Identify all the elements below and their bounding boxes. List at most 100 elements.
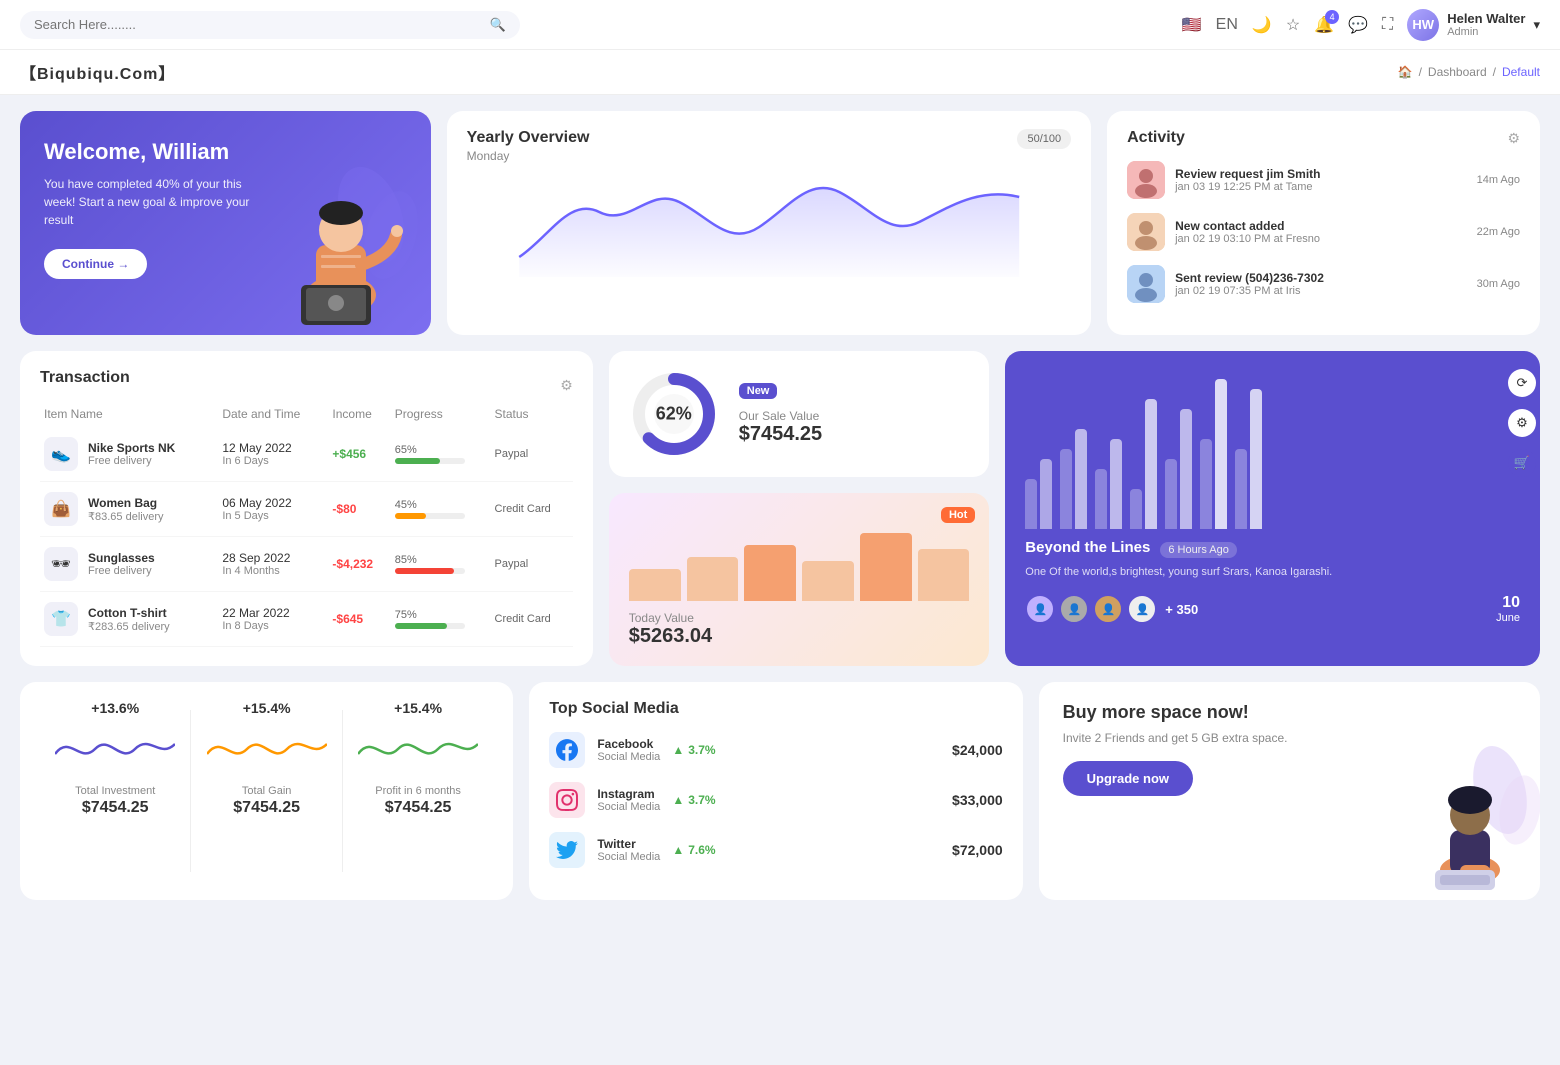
sale-card: 62% New Our Sale Value $7454.25 xyxy=(609,351,990,477)
date-cell: 12 May 2022 In 6 Days xyxy=(218,427,328,482)
avatar: 👤 xyxy=(1025,594,1055,624)
item-name: Women Bag xyxy=(88,496,164,510)
activity-thumb-3 xyxy=(1127,265,1165,303)
activity-header: Activity ⚙ xyxy=(1127,129,1520,147)
item-sub: ₹283.65 delivery xyxy=(88,620,170,633)
row-2: Transaction ⚙ Item Name Date and Time In… xyxy=(20,351,1540,666)
progress-cell: 65% xyxy=(391,427,491,482)
twitter-icon xyxy=(549,832,585,868)
col-status: Status xyxy=(491,401,573,427)
list-item: Instagram Social Media ▲3.7% $33,000 xyxy=(549,782,1002,818)
activity-thumb-2 xyxy=(1127,213,1165,251)
big-chart-card: ⟳ ⚙ 🛒 Beyond the Lines 6 Hours Ago One O… xyxy=(1005,351,1540,666)
chat-icon[interactable]: 💬 xyxy=(1348,15,1368,35)
row-3: +13.6% Total Investment $7454.25 +15.4% … xyxy=(20,682,1540,900)
breadcrumb-default: Default xyxy=(1502,65,1540,79)
user-role: Admin xyxy=(1447,26,1525,38)
avatar: HW xyxy=(1407,9,1439,41)
list-item: Review request jim Smith jan 03 19 12:25… xyxy=(1127,161,1520,199)
item-name: Nike Sports NK xyxy=(88,441,175,455)
col-income: Income xyxy=(328,401,390,427)
social-amount: $33,000 xyxy=(952,792,1003,808)
continue-button[interactable]: Continue → xyxy=(44,249,147,279)
row-1: Welcome, William You have completed 40% … xyxy=(20,111,1540,335)
activity-thumb-1 xyxy=(1127,161,1165,199)
date-main: 22 Mar 2022 xyxy=(222,606,324,620)
sale-label: Our Sale Value xyxy=(739,409,822,423)
search-input[interactable] xyxy=(34,17,490,32)
yearly-header: Yearly Overview Monday 50/100 xyxy=(467,129,1071,163)
social-amount: $72,000 xyxy=(952,842,1003,858)
stat-label-3: Profit in 6 months xyxy=(353,785,483,797)
search-bar[interactable]: 🔍 xyxy=(20,11,520,39)
bell-icon[interactable]: 🔔 4 xyxy=(1314,15,1334,35)
social-growth: ▲7.6% xyxy=(672,843,715,857)
star-icon[interactable]: ☆ xyxy=(1286,15,1300,35)
date-sub: In 8 Days xyxy=(222,620,324,632)
gear-icon[interactable]: ⚙ xyxy=(560,377,573,394)
user-info[interactable]: HW Helen Walter Admin ▾ xyxy=(1407,9,1540,41)
transaction-card: Transaction ⚙ Item Name Date and Time In… xyxy=(20,351,593,666)
breadcrumb-bar: 【Biqubiqu.Com】 🏠 / Dashboard / Default xyxy=(0,50,1560,95)
chart-refresh-icon[interactable]: ⟳ xyxy=(1508,369,1536,397)
social-card: Top Social Media Facebook Social Media ▲… xyxy=(529,682,1022,900)
today-bar-chart xyxy=(629,521,970,601)
table-row: 🕶 Sunglasses Free delivery 28 Sep 2022 I… xyxy=(40,537,573,592)
item-name: Cotton T-shirt xyxy=(88,606,170,620)
social-title: Top Social Media xyxy=(549,700,1002,718)
status-cell: Paypal xyxy=(491,537,573,592)
yearly-badge: 50/100 xyxy=(1017,129,1071,149)
stat-profit: +15.4% Profit in 6 months $7454.25 xyxy=(343,700,493,882)
chart-cart-icon[interactable]: 🛒 xyxy=(1508,449,1536,477)
progress-bar xyxy=(395,513,465,519)
moon-icon[interactable]: 🌙 xyxy=(1252,15,1272,35)
date-cell: 22 Mar 2022 In 8 Days xyxy=(218,592,328,647)
welcome-illustration xyxy=(231,111,431,335)
avatar: 👤 xyxy=(1059,594,1089,624)
activity-item-title: Sent review (504)236-7302 xyxy=(1175,271,1466,285)
item-name-cell: 🕶 Sunglasses Free delivery xyxy=(40,537,218,592)
upgrade-button[interactable]: Upgrade now xyxy=(1063,761,1193,796)
date-sub: In 5 Days xyxy=(222,510,324,522)
activity-item-sub: jan 02 19 03:10 PM at Fresno xyxy=(1175,233,1466,245)
progress-bar xyxy=(395,458,465,464)
progress-bar xyxy=(395,623,465,629)
activity-item-title: Review request jim Smith xyxy=(1175,167,1466,181)
income-cell: -$4,232 xyxy=(328,537,390,592)
progress-fill xyxy=(395,568,455,574)
user-name: Helen Walter xyxy=(1447,11,1525,26)
item-icon: 👟 xyxy=(44,437,78,471)
flag-icon[interactable]: 🇺🇸 xyxy=(1182,15,1202,35)
avatar: 👤 xyxy=(1127,594,1157,624)
item-sub: Free delivery xyxy=(88,565,155,577)
activity-card: Activity ⚙ Review request jim Smith jan … xyxy=(1107,111,1540,335)
expand-icon[interactable]: ⛶ xyxy=(1382,16,1393,34)
progress-cell: 75% xyxy=(391,592,491,647)
today-value: $5263.04 xyxy=(629,625,970,648)
income-cell: +$456 xyxy=(328,427,390,482)
date-main: 06 May 2022 xyxy=(222,496,324,510)
gear-icon[interactable]: ⚙ xyxy=(1507,130,1520,147)
stat-pct-1: +13.6% xyxy=(50,700,180,716)
list-item: New contact added jan 02 19 03:10 PM at … xyxy=(1127,213,1520,251)
main-content: Welcome, William You have completed 40% … xyxy=(0,95,1560,916)
item-icon: 👜 xyxy=(44,492,78,526)
home-icon[interactable]: 🏠 xyxy=(1398,65,1413,79)
chart-gear-icon[interactable]: ⚙ xyxy=(1508,409,1536,437)
hot-badge: Hot xyxy=(941,507,975,523)
social-name: Instagram xyxy=(597,787,660,801)
progress-label: 45% xyxy=(395,499,487,511)
item-name: Sunglasses xyxy=(88,551,155,565)
stat-value-3: $7454.25 xyxy=(353,799,483,817)
sale-percentage: 62% xyxy=(656,404,692,425)
sale-badge: New xyxy=(739,383,778,399)
col-date: Date and Time xyxy=(218,401,328,427)
progress-bar xyxy=(395,568,465,574)
beyond-title: Beyond the Lines xyxy=(1025,539,1150,556)
search-icon: 🔍 xyxy=(490,17,506,33)
lang-label: EN xyxy=(1216,16,1238,34)
breadcrumb-dashboard[interactable]: Dashboard xyxy=(1428,65,1487,79)
social-sub: Social Media xyxy=(597,751,660,763)
table-row: 👜 Women Bag ₹83.65 delivery 06 May 2022 … xyxy=(40,482,573,537)
stat-value-1: $7454.25 xyxy=(50,799,180,817)
